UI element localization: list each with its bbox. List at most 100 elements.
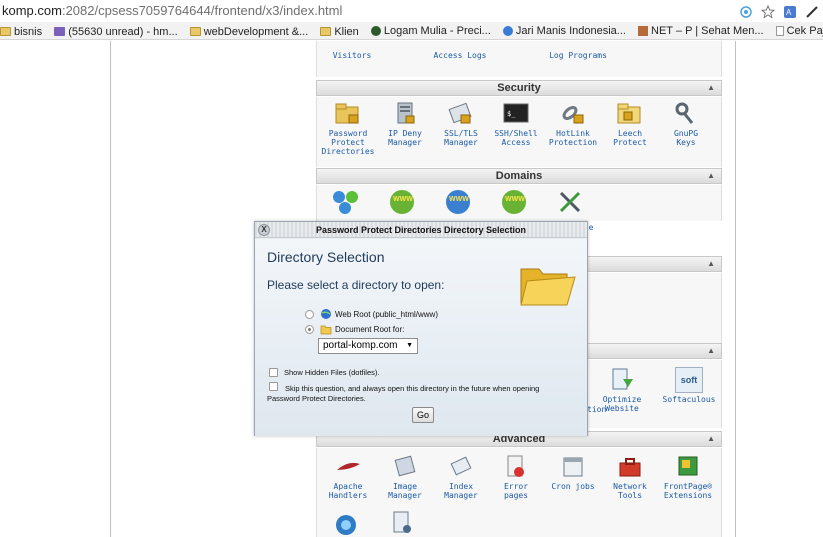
terminal-icon: $_: [503, 103, 529, 123]
chevron-down-icon: ▼: [406, 342, 413, 349]
svg-text:WWW: WWW: [449, 196, 469, 203]
feather-icon: [337, 462, 360, 470]
password-protect-directories-item[interactable]: Password Protect Directories: [317, 101, 379, 156]
dialog-title-bar[interactable]: X Password Protect Directories Directory…: [255, 222, 587, 238]
pen-icon[interactable]: [805, 4, 819, 18]
gnupg-keys-item[interactable]: GnuPG Keys: [655, 101, 717, 147]
docroot-radio[interactable]: [305, 325, 314, 334]
document-settings-icon[interactable]: [389, 510, 415, 536]
collapse-arrow-icon[interactable]: ▲: [707, 432, 715, 446]
bookmark-net[interactable]: NET – P | Sehat Men...: [638, 22, 764, 39]
collapse-arrow-icon[interactable]: ▲: [707, 81, 715, 95]
right-border: [735, 41, 736, 537]
svg-text:A: A: [786, 8, 792, 17]
softaculous-icon: soft: [675, 367, 703, 393]
parked-domains-icon: WWW: [446, 190, 470, 214]
index-manager-item[interactable]: Index Manager: [430, 454, 492, 500]
site-icon: [638, 26, 649, 36]
globe-icon: [321, 309, 331, 319]
mail-icon: [54, 27, 66, 36]
collapse-arrow-icon[interactable]: ▲: [707, 257, 715, 271]
hotlink-protection-item[interactable]: HotLink Protection: [542, 101, 604, 147]
collapse-arrow-icon[interactable]: ▲: [707, 169, 715, 183]
bookmark-cek-pajak[interactable]: Cek Pajak Kendaraan: [775, 22, 823, 39]
folder-icon: [320, 27, 332, 36]
show-hidden-option[interactable]: Show Hidden Files (dotfiles).: [269, 368, 379, 377]
dialog-heading: Directory Selection: [267, 249, 385, 265]
bookmark-klien[interactable]: Klien: [320, 23, 359, 40]
cron-jobs-item[interactable]: Cron jobs: [542, 454, 604, 491]
document-arrow-icon: [612, 368, 633, 390]
address-bar-icons: A: [739, 3, 819, 19]
ssh-shell-access-item[interactable]: $_ SSH/Shell Access: [485, 101, 547, 147]
site-icon: [370, 26, 381, 36]
frontpage-extensions-item[interactable]: FrontPage® Extensions: [655, 454, 721, 500]
folder-icon: [320, 325, 332, 335]
server-lock-icon: [397, 102, 415, 124]
error-pages-item[interactable]: Error pages: [485, 454, 547, 500]
folder-lock-icon: [617, 103, 641, 124]
site-icon: [502, 26, 513, 36]
star-icon[interactable]: [760, 4, 776, 19]
domains-section-body: WWW WWW WWW e: [316, 185, 722, 232]
frontpage-icon: [678, 456, 698, 476]
domains-section-header[interactable]: Domains ▲: [316, 168, 722, 184]
url-host: komp.com: [2, 3, 62, 18]
software-partial-label: tion: [587, 405, 607, 414]
close-icon[interactable]: X: [258, 224, 270, 236]
error-page-icon: [507, 455, 524, 477]
svg-text:WWW: WWW: [393, 196, 413, 203]
address-bar[interactable]: komp.com:2082/cpsess7059764644/frontend/…: [0, 0, 823, 22]
log-programs-item[interactable]: Log Programs: [543, 51, 613, 60]
folder-icon: [0, 27, 11, 36]
collapse-arrow-icon[interactable]: ▲: [707, 344, 715, 358]
security-section-header[interactable]: Security ▲: [316, 80, 722, 96]
bookmark-mail[interactable]: (55630 unread) - hm...: [54, 23, 178, 40]
bookmark-jari-manis[interactable]: Jari Manis Indonesia...: [502, 22, 626, 39]
softaculous-item[interactable]: soft Softaculous: [658, 367, 720, 404]
show-hidden-checkbox[interactable]: [269, 368, 278, 377]
mime-types-icon[interactable]: [333, 512, 359, 536]
url-path: :2082/cpsess7059764644/frontend/x3/index…: [61, 3, 343, 18]
advanced-section-body: Apache Handlers Image Manager Index Manager…: [316, 448, 722, 537]
translate-icon[interactable]: A: [783, 4, 797, 18]
go-button[interactable]: Go: [412, 407, 434, 423]
bookmark-bisnis[interactable]: bisnis: [0, 23, 42, 40]
bookmark-logam-mulia[interactable]: Logam Mulia - Preci...: [370, 22, 491, 39]
logs-section-body: Visitors Access Logs Log Programs: [316, 41, 722, 77]
domain-select[interactable]: portal-komp.com ▼: [318, 338, 418, 354]
svg-text:$_: $_: [507, 110, 516, 118]
security-icon[interactable]: [739, 4, 753, 18]
network-tools-item[interactable]: Network Tools: [599, 454, 661, 500]
apache-handlers-item[interactable]: Apache Handlers: [317, 454, 379, 500]
chain-lock-icon: [562, 106, 584, 124]
simple-zone-editor-icon: [559, 191, 581, 213]
calendar-icon: [563, 457, 583, 477]
webroot-radio[interactable]: [305, 309, 314, 319]
webroot-option[interactable]: Web Root (public_html/www): [305, 308, 438, 320]
subdomains-icon: [333, 191, 358, 214]
index-icon: [450, 456, 472, 476]
folder-icon: [189, 27, 201, 36]
key-icon: [675, 102, 694, 124]
security-section-body: Password Protect Directories IP Deny Manage…: [316, 97, 722, 167]
svg-text:WWW: WWW: [505, 196, 525, 203]
ip-deny-manager-item[interactable]: IP Deny Manager: [374, 101, 436, 147]
left-border: [110, 41, 111, 537]
directory-selection-dialog: X Password Protect Directories Directory…: [254, 221, 588, 436]
skip-question-label: Skip this question, and always open this…: [267, 384, 540, 403]
access-logs-item[interactable]: Access Logs: [430, 51, 490, 60]
folder-lock-icon: [335, 103, 359, 124]
certificate-icon: [448, 102, 472, 124]
dialog-body: Directory Selection Please select a dire…: [255, 239, 587, 436]
leech-protect-item[interactable]: Leech Protect: [599, 101, 661, 147]
visitors-item[interactable]: Visitors: [321, 51, 383, 60]
toolbox-icon: [619, 458, 641, 477]
docroot-option[interactable]: Document Root for:: [305, 324, 404, 335]
ssl-tls-manager-item[interactable]: SSL/TLS Manager: [430, 101, 492, 147]
image-manager-item[interactable]: Image Manager: [374, 454, 436, 500]
dialog-prompt: Please select a directory to open:: [267, 278, 445, 292]
open-folder-icon: [520, 268, 576, 306]
image-icon: [394, 455, 416, 477]
bookmark-webdevelopment[interactable]: webDevelopment &...: [189, 23, 308, 40]
